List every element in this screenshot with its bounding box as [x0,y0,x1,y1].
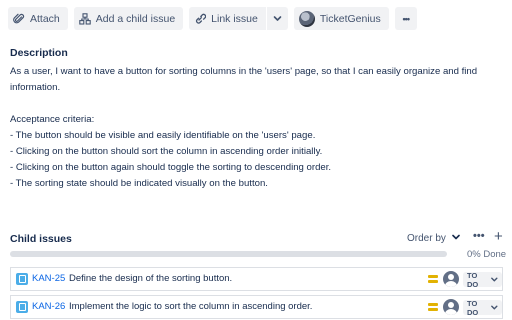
issue-toolbar: Attach Add a child issue Link issue Tick… [8,7,417,30]
child-issue-row[interactable]: KAN-26 Implement the logic to sort the c… [10,295,503,319]
order-by-button[interactable]: Order by [407,233,460,244]
ticketgenius-app-button[interactable]: TicketGenius [293,7,389,30]
priority-medium-icon [428,303,438,311]
attach-label: Attach [30,12,60,25]
link-issue-label: Link issue [211,12,258,25]
acceptance-criteria-heading: Acceptance criteria: [10,114,95,125]
status-dropdown[interactable]: TO DO [463,298,502,317]
issue-key-link[interactable]: KAN-25 [32,273,65,284]
chevron-down-icon [491,277,498,282]
attach-button[interactable]: Attach [8,7,68,30]
chevron-down-icon [273,14,282,23]
task-icon [16,301,28,313]
priority-medium-icon [428,275,438,283]
status-dropdown[interactable]: TO DO [463,270,502,289]
status-label: TO DO [467,270,479,289]
link-issue-button[interactable]: Link issue [189,7,266,30]
add-child-issue-plus-button[interactable]: + [494,228,503,245]
ticketgenius-avatar-icon [298,10,315,27]
description-intro: As a user, I want to have a button for s… [10,66,478,93]
chevron-down-icon [452,233,460,244]
order-by-label: Order by [407,233,446,244]
chevron-down-icon [491,305,498,310]
more-actions-button[interactable]: ••• [394,7,417,30]
criteria-item: - The sorting state should be indicated … [10,178,268,189]
issue-key-link[interactable]: KAN-26 [32,301,65,312]
link-issue-dropdown-button[interactable] [266,7,288,30]
criteria-item: - Clicking on the button should sort the… [10,146,323,157]
hierarchy-icon [79,12,91,25]
child-issues-more-button[interactable]: ••• [473,230,485,242]
link-icon [194,13,207,25]
link-issue-split-button: Link issue [189,7,288,30]
child-issue-row[interactable]: KAN-25 Define the design of the sorting … [10,267,503,291]
description-heading: Description [10,47,68,59]
criteria-item: - The button should be visible and easil… [10,130,316,141]
unassigned-avatar-icon[interactable] [443,299,459,315]
issue-summary[interactable]: Implement the logic to sort the column i… [69,301,312,312]
paperclip-icon [13,13,25,25]
child-issues-header: Child issues Order by ••• + [10,228,504,246]
issue-summary[interactable]: Define the design of the sorting button. [69,273,232,284]
ticketgenius-label: TicketGenius [319,12,381,25]
child-issues-title: Child issues [10,233,72,245]
unassigned-avatar-icon[interactable] [443,271,459,287]
status-label: TO DO [467,298,479,317]
description-body[interactable]: As a user, I want to have a button for s… [10,64,505,192]
criteria-item: - Clicking on the button again should to… [10,162,332,173]
add-child-issue-label: Add a child issue [95,12,176,25]
task-icon [16,273,28,285]
more-icon: ••• [402,13,411,24]
add-child-issue-button[interactable]: Add a child issue [73,7,184,30]
child-issues-progress-bar [10,251,447,257]
progress-label: 0% Done [467,249,507,260]
